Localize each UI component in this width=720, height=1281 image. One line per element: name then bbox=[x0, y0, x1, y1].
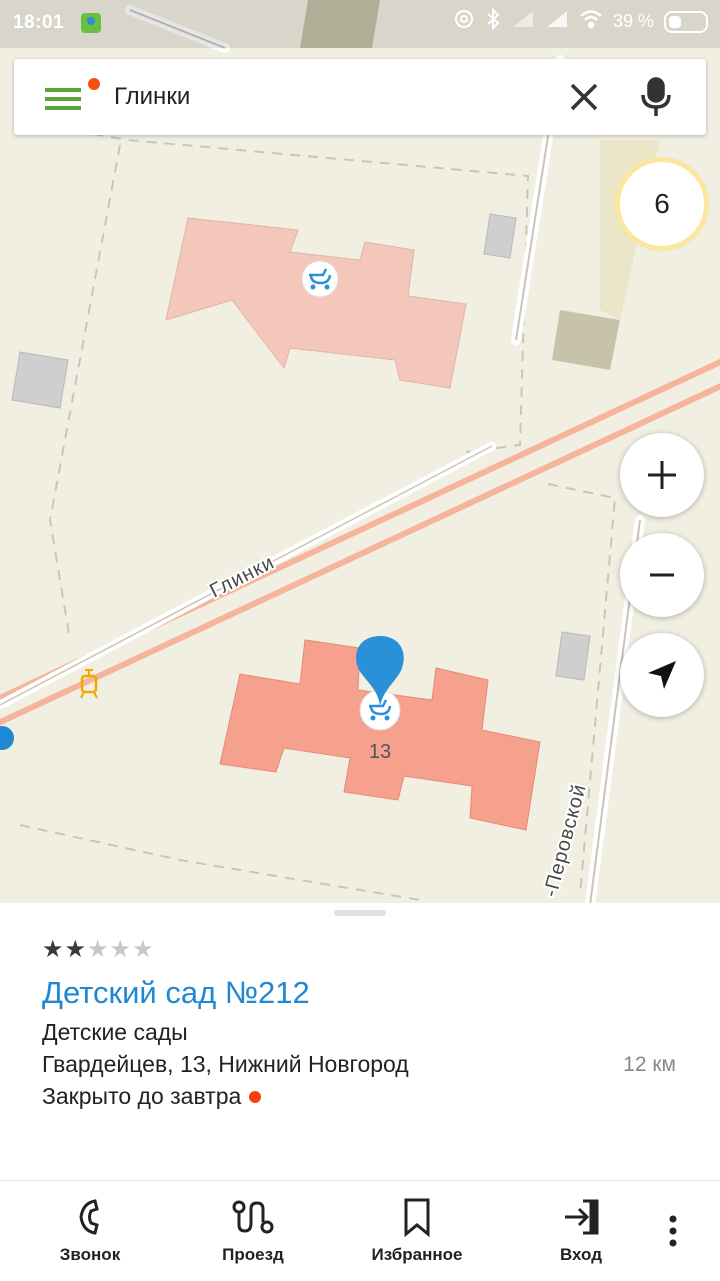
place-title[interactable]: Детский сад №212 bbox=[42, 975, 310, 1011]
map-view[interactable]: Глинки -Перовской 13 bbox=[0, 0, 720, 905]
app-notification-icon bbox=[80, 12, 102, 39]
route-icon bbox=[232, 1200, 274, 1234]
hamburger-icon bbox=[45, 88, 81, 110]
building-number-label: 13 bbox=[369, 741, 391, 763]
more-vertical-icon bbox=[669, 1215, 677, 1247]
signal-icon-2 bbox=[545, 9, 569, 34]
star-empty-icon: ★ bbox=[109, 936, 132, 963]
clear-search-button[interactable] bbox=[564, 77, 604, 117]
drag-handle[interactable] bbox=[334, 910, 386, 916]
bluetooth-icon bbox=[485, 7, 501, 35]
status-time: 18:01 bbox=[13, 12, 65, 33]
close-icon bbox=[570, 83, 598, 111]
plus-icon bbox=[648, 461, 676, 489]
route-button[interactable]: Проезд bbox=[188, 1195, 318, 1265]
battery-percent: 39 % bbox=[612, 11, 654, 31]
rating-stars: ★ ★ ★ ★ ★ bbox=[42, 938, 154, 962]
search-input[interactable]: Глинки bbox=[114, 83, 190, 111]
star-filled-icon: ★ bbox=[42, 936, 64, 963]
place-address: Гвардейцев, 13, Нижний Новгород bbox=[42, 1051, 409, 1077]
battery-icon bbox=[664, 10, 708, 33]
more-button[interactable] bbox=[656, 1209, 690, 1253]
place-card[interactable]: ★ ★ ★ ★ ★ Детский сад №212 Детские сады Гвар… bbox=[0, 903, 720, 1180]
traffic-level-button[interactable]: 6 bbox=[620, 162, 704, 246]
wifi-icon bbox=[579, 9, 603, 34]
hotspot-icon bbox=[453, 8, 475, 35]
bookmark-icon bbox=[404, 1198, 430, 1237]
star-empty-icon: ★ bbox=[87, 936, 109, 963]
signal-icon bbox=[511, 9, 535, 34]
star-empty-icon: ★ bbox=[132, 936, 154, 963]
minus-icon bbox=[650, 573, 674, 577]
place-status: Закрыто до завтра bbox=[42, 1083, 262, 1110]
place-distance: 12 км bbox=[623, 1053, 676, 1076]
zoom-out-button[interactable] bbox=[620, 533, 704, 617]
login-icon bbox=[565, 1199, 599, 1235]
zoom-in-button[interactable] bbox=[620, 433, 704, 517]
star-filled-icon: ★ bbox=[64, 936, 87, 963]
menu-button[interactable] bbox=[42, 78, 100, 115]
status-bar: 18:01 39 % bbox=[0, 0, 720, 48]
my-location-button[interactable] bbox=[620, 633, 704, 717]
notification-dot bbox=[88, 78, 100, 90]
place-category: Детские сады bbox=[42, 1019, 188, 1045]
microphone-icon bbox=[641, 77, 671, 116]
voice-search-button[interactable] bbox=[634, 75, 678, 119]
status-dot bbox=[249, 1090, 262, 1103]
action-bar: Звонок Проезд Избранное Вход bbox=[0, 1180, 720, 1281]
location-arrow-icon bbox=[648, 661, 676, 689]
favorites-button[interactable]: Избранное bbox=[352, 1195, 482, 1265]
status-text: Закрыто до завтра bbox=[42, 1083, 242, 1109]
entrance-button[interactable]: Вход bbox=[516, 1195, 646, 1265]
phone-icon bbox=[79, 1199, 99, 1235]
search-bar: Глинки bbox=[14, 59, 706, 135]
call-button[interactable]: Звонок bbox=[25, 1195, 155, 1265]
